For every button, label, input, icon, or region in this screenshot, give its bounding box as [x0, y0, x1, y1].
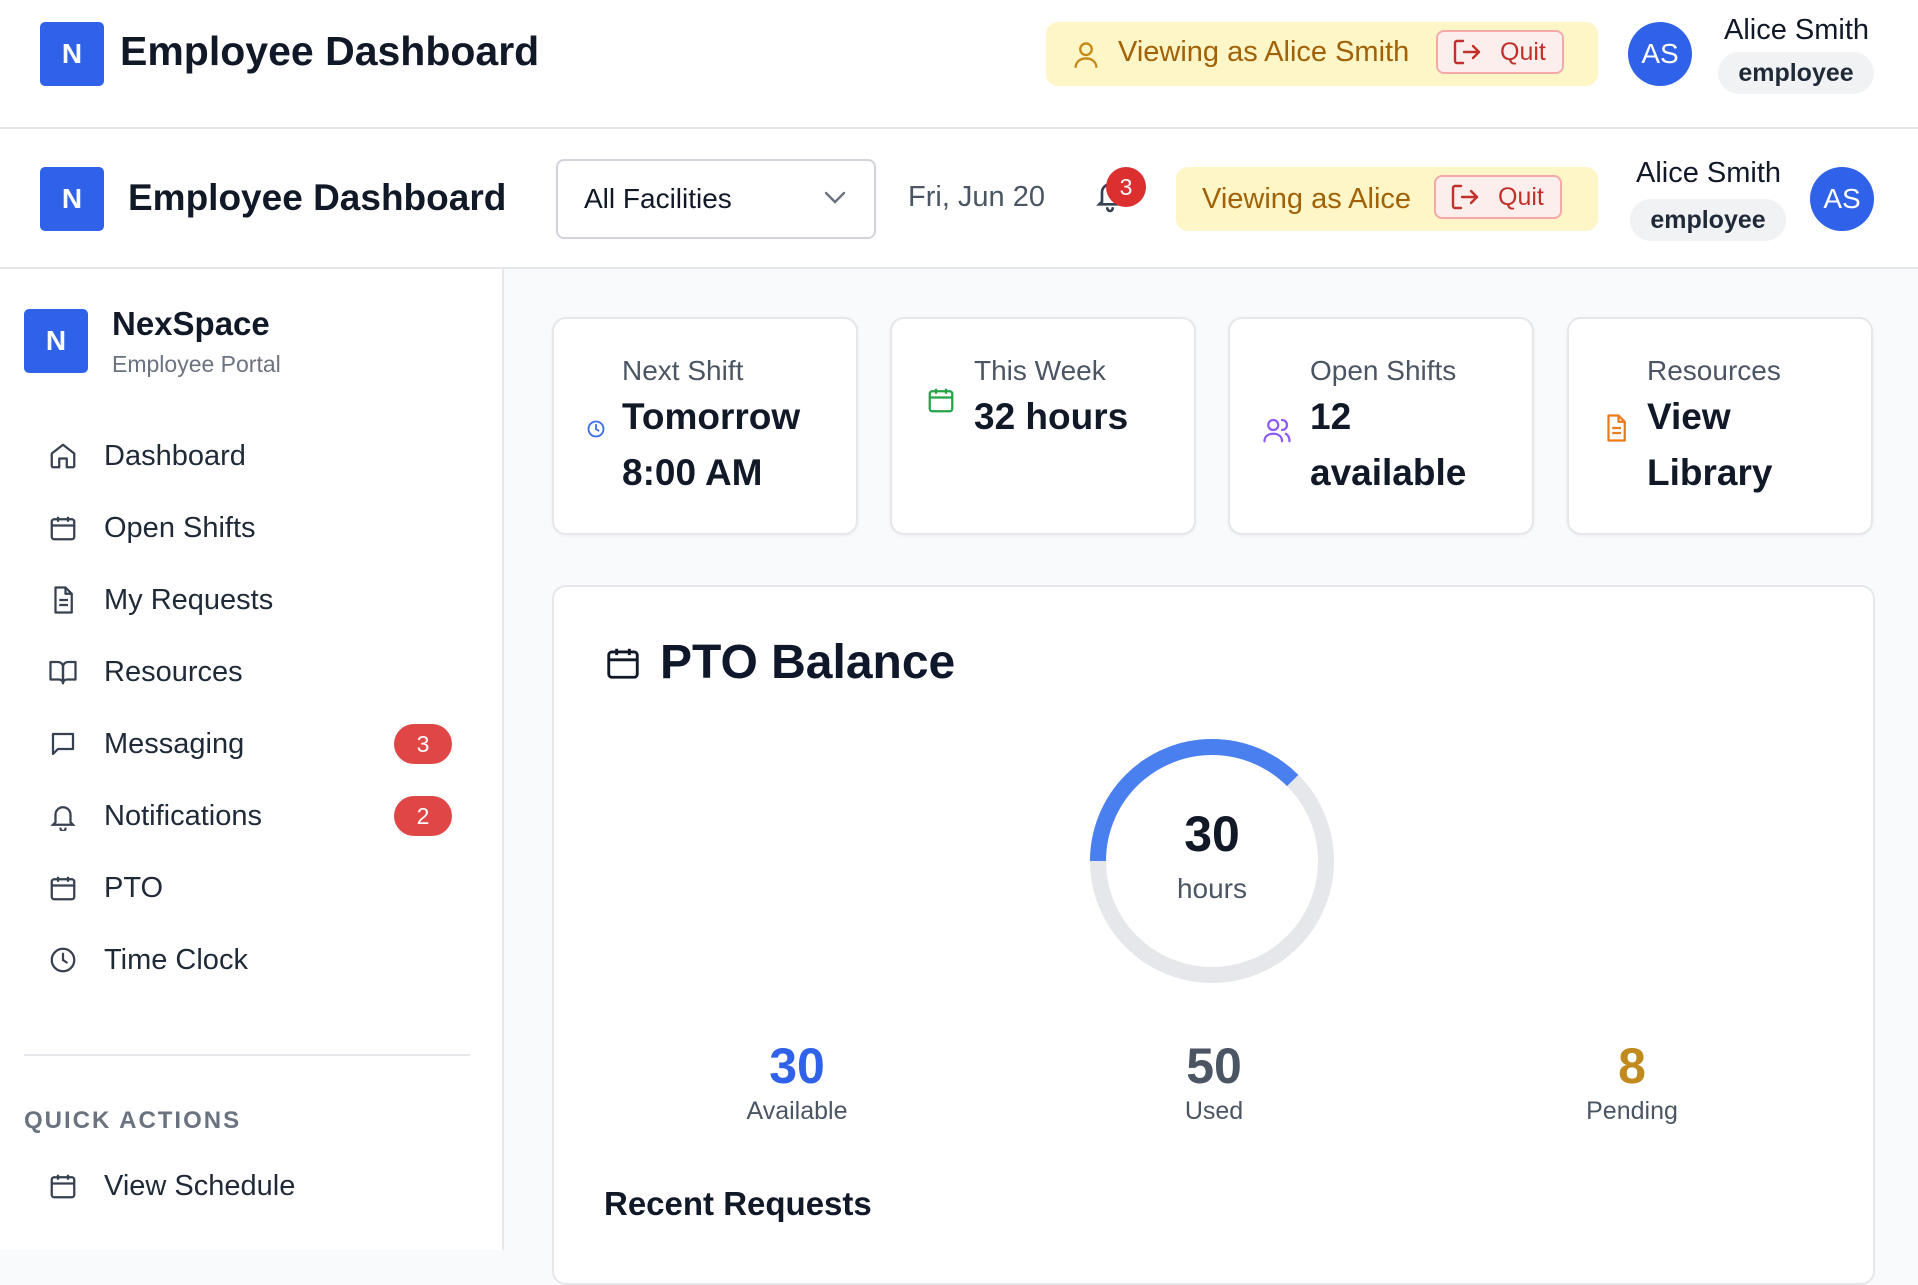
top-header: N Employee Dashboard Viewing as Alice Sm…: [0, 0, 1918, 129]
unread-badge: 3: [394, 724, 452, 764]
user-icon: [1072, 40, 1100, 70]
recent-requests-heading: Recent Requests: [604, 1185, 872, 1222]
stat-card-resources[interactable]: Resources View Library: [1567, 317, 1873, 535]
calendar-icon: [604, 643, 642, 683]
pto-ring-value: 30: [1184, 806, 1240, 862]
message-icon: [48, 729, 78, 759]
stat-card-value: Tomorrow 8:00 AM: [622, 389, 800, 501]
page-title: Employee Dashboard: [128, 177, 507, 218]
sidebar: N NexSpace Employee Portal Dashboard Ope…: [0, 269, 504, 1250]
calendar-icon: [48, 873, 78, 903]
home-icon: [48, 441, 78, 471]
avatar[interactable]: AS: [1628, 22, 1692, 86]
pto-used-value: 50: [1186, 1038, 1242, 1094]
sidebar-item-label: Open Shifts: [104, 511, 256, 544]
pto-available-value: 30: [769, 1038, 825, 1094]
role-badge: employee: [1630, 199, 1786, 241]
stat-card-value: 12 available: [1310, 389, 1466, 501]
logout-icon: [1452, 38, 1500, 66]
impersonation-banner: Viewing as Alice Smith Quit: [1046, 22, 1598, 86]
stat-card-value-line2: available: [1310, 452, 1467, 493]
pto-pending-stat: 8 Pending: [1502, 1037, 1762, 1126]
notification-count-badge: 3: [1106, 167, 1146, 207]
impersonation-banner: Viewing as Alice Quit: [1176, 167, 1598, 231]
quit-label: Quit: [1500, 37, 1546, 66]
logo: N: [40, 167, 104, 231]
sidebar-item-label: Dashboard: [104, 439, 246, 472]
logo: N: [24, 309, 88, 373]
stat-card-value-line1: 12: [1310, 396, 1352, 437]
sidebar-item-my-requests[interactable]: My Requests: [24, 570, 476, 630]
user-name: Alice Smith: [1724, 14, 1870, 46]
calendar-icon: [48, 513, 78, 543]
document-icon: [48, 585, 78, 615]
sidebar-divider: [24, 1054, 470, 1056]
sidebar-item-dashboard[interactable]: Dashboard: [24, 426, 476, 486]
stat-card-value-line2: Library: [1647, 452, 1773, 493]
sidebar-item-notifications[interactable]: Notifications 2: [24, 786, 476, 846]
quick-action-view-schedule[interactable]: View Schedule: [24, 1156, 476, 1216]
sidebar-item-time-clock[interactable]: Time Clock: [24, 930, 476, 990]
pto-used-stat: 50 Used: [1084, 1037, 1344, 1126]
secondary-header: N Employee Dashboard All Facilities Fri,…: [0, 129, 1918, 269]
quit-impersonation-button[interactable]: Quit: [1436, 30, 1564, 74]
sidebar-item-label: My Requests: [104, 583, 274, 616]
sidebar-item-label: Time Clock: [104, 943, 248, 976]
stat-card-value: View Library: [1647, 389, 1772, 501]
brand-name: NexSpace: [112, 305, 270, 342]
sidebar-item-label: Notifications: [104, 799, 262, 832]
stat-card-open-shifts[interactable]: Open Shifts 12 available: [1228, 317, 1534, 535]
stat-card-label: This Week: [974, 355, 1106, 386]
clock-icon: [586, 419, 606, 439]
avatar[interactable]: AS: [1810, 167, 1874, 231]
pto-used-label: Used: [1184, 1097, 1244, 1125]
calendar-icon: [48, 1171, 78, 1201]
page-title: Employee Dashboard: [120, 28, 540, 74]
sidebar-item-pto[interactable]: PTO: [24, 858, 476, 918]
sidebar-item-label: Messaging: [104, 727, 245, 760]
sidebar-item-open-shifts[interactable]: Open Shifts: [24, 498, 476, 558]
clock-icon: [48, 945, 78, 975]
sidebar-item-label: PTO: [104, 871, 164, 904]
user-name: Alice Smith: [1636, 157, 1782, 189]
book-open-icon: [48, 657, 78, 687]
stat-card-value-line1: Tomorrow: [622, 396, 801, 437]
sidebar-item-label: Resources: [104, 655, 243, 688]
pto-available-stat: 30 Available: [667, 1037, 927, 1126]
quit-impersonation-button[interactable]: Quit: [1434, 175, 1562, 219]
sidebar-item-messaging[interactable]: Messaging 3: [24, 714, 476, 774]
users-icon: [1262, 415, 1292, 445]
stat-card-label: Resources: [1647, 355, 1781, 386]
pto-balance-title: PTO Balance: [660, 636, 956, 689]
stat-card-label: Open Shifts: [1310, 355, 1457, 386]
stat-card-value: 32 hours: [974, 396, 1129, 437]
brand-subtitle: Employee Portal: [112, 351, 281, 377]
pto-pending-label: Pending: [1586, 1097, 1678, 1125]
stat-card-value-line1: View: [1647, 396, 1731, 437]
facility-select[interactable]: All Facilities: [556, 159, 876, 239]
unread-badge: 2: [394, 796, 452, 836]
pto-balance-card: PTO Balance 30 hours 30 Available 50 Use…: [552, 585, 1875, 1285]
document-icon: [1601, 413, 1631, 443]
logo: N: [40, 22, 104, 86]
impersonation-text: Viewing as Alice: [1202, 182, 1412, 215]
impersonation-text: Viewing as Alice Smith: [1118, 36, 1410, 68]
stat-card-this-week[interactable]: This Week 32 hours: [890, 317, 1196, 535]
quit-label: Quit: [1498, 182, 1544, 211]
bell-icon: [48, 801, 78, 831]
sidebar-item-resources[interactable]: Resources: [24, 642, 476, 702]
current-date: Fri, Jun 20: [908, 181, 1045, 213]
pto-available-label: Available: [746, 1097, 848, 1125]
pto-pending-value: 8: [1618, 1038, 1646, 1094]
quick-action-label: View Schedule: [104, 1169, 296, 1202]
facility-select-value: All Facilities: [584, 183, 732, 214]
quick-actions-heading: QUICK ACTIONS: [24, 1107, 242, 1134]
logout-icon: [1450, 183, 1498, 211]
pto-ring-unit: hours: [1176, 873, 1248, 904]
stat-card-label: Next Shift: [622, 355, 744, 386]
stat-card-next-shift[interactable]: Next Shift Tomorrow 8:00 AM: [552, 317, 858, 535]
calendar-icon: [926, 385, 956, 415]
stat-card-value-line2: 8:00 AM: [622, 452, 763, 493]
role-badge: employee: [1718, 52, 1874, 94]
